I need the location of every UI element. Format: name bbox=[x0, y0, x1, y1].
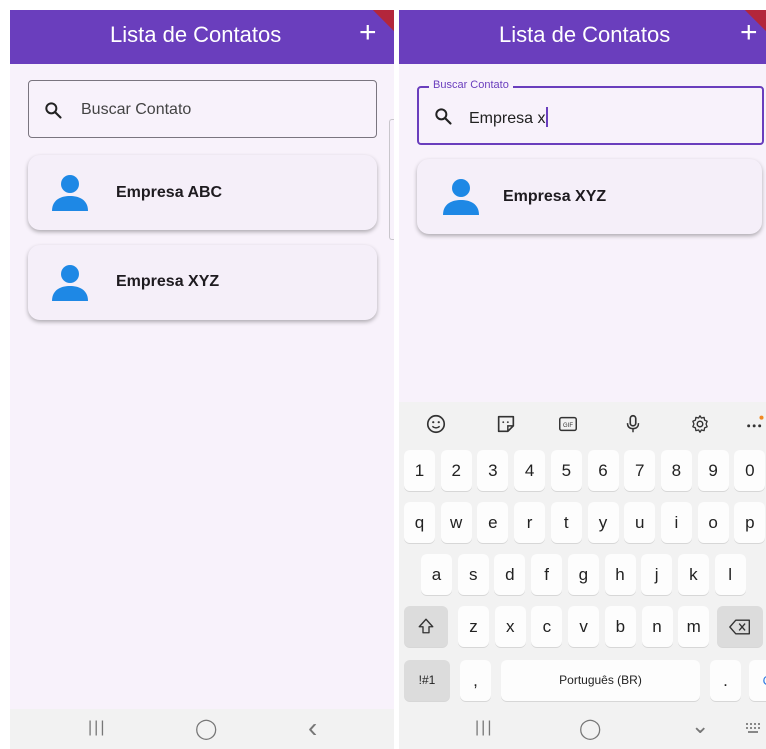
keyboard-switch-icon[interactable] bbox=[746, 723, 762, 735]
key-2[interactable]: 2 bbox=[440, 450, 472, 491]
shift-icon bbox=[418, 618, 434, 634]
settings-icon[interactable] bbox=[689, 413, 711, 435]
key-y[interactable]: y bbox=[587, 502, 619, 543]
key-z[interactable]: z bbox=[458, 606, 489, 647]
home-button[interactable]: ◯ bbox=[579, 716, 601, 741]
key-r[interactable]: r bbox=[514, 502, 546, 543]
key-j[interactable]: j bbox=[641, 554, 673, 595]
key-3[interactable]: 3 bbox=[477, 450, 509, 491]
ok-key[interactable]: OK bbox=[749, 660, 766, 701]
key-n[interactable]: n bbox=[641, 606, 673, 647]
page-title: Lista de Contatos bbox=[499, 22, 671, 47]
search-placeholder: Buscar Contato bbox=[81, 101, 192, 118]
contact-name: Empresa XYZ bbox=[503, 188, 607, 205]
more-icon[interactable] bbox=[745, 413, 766, 435]
key-e[interactable]: e bbox=[477, 502, 509, 543]
comma-key[interactable]: , bbox=[460, 660, 491, 701]
key-b[interactable]: b bbox=[604, 606, 636, 647]
key-k[interactable]: k bbox=[677, 554, 709, 595]
key-t[interactable]: t bbox=[550, 502, 582, 543]
contact-name: Empresa ABC bbox=[116, 184, 223, 201]
contact-card[interactable]: Empresa XYZ bbox=[28, 245, 377, 320]
soft-keyboard: GIF 1234567890 qwertyuiop asdfghjkl zxcvbnm… bbox=[399, 402, 766, 749]
search-value: Empresa x bbox=[469, 110, 546, 127]
recents-button[interactable]: ||| bbox=[475, 719, 493, 737]
key-8[interactable]: 8 bbox=[660, 450, 692, 491]
key-4[interactable]: 4 bbox=[514, 450, 546, 491]
key-1[interactable]: 1 bbox=[404, 450, 435, 491]
key-c[interactable]: c bbox=[531, 606, 563, 647]
key-7[interactable]: 7 bbox=[624, 450, 656, 491]
svg-text:GIF: GIF bbox=[563, 423, 573, 429]
person-icon bbox=[52, 175, 88, 211]
add-contact-button[interactable]: + bbox=[359, 16, 377, 50]
key-u[interactable]: u bbox=[624, 502, 656, 543]
key-l[interactable]: l bbox=[714, 554, 746, 595]
contact-card[interactable]: Empresa ABC bbox=[28, 155, 377, 230]
search-input[interactable]: Buscar Contato bbox=[28, 80, 377, 138]
key-6[interactable]: 6 bbox=[587, 450, 619, 491]
app-bar: Lista de Contatos + bbox=[10, 10, 394, 64]
key-o[interactable]: o bbox=[697, 502, 729, 543]
shift-key[interactable] bbox=[404, 606, 448, 647]
microphone-icon[interactable] bbox=[622, 413, 644, 435]
sticker-icon[interactable] bbox=[495, 413, 517, 435]
search-icon bbox=[435, 108, 452, 125]
person-icon bbox=[443, 179, 479, 215]
search-input[interactable]: Buscar Contato Empresa x bbox=[417, 79, 764, 145]
backspace-key[interactable] bbox=[717, 606, 763, 647]
system-nav-bar: ||| ◯ ‹ bbox=[10, 709, 394, 749]
key-a[interactable]: a bbox=[421, 554, 452, 595]
key-x[interactable]: x bbox=[494, 606, 526, 647]
key-9[interactable]: 9 bbox=[697, 450, 729, 491]
key-s[interactable]: s bbox=[457, 554, 489, 595]
left-screen: Lista de Contatos + Buscar Contato Empre… bbox=[10, 10, 394, 749]
key-h[interactable]: h bbox=[604, 554, 636, 595]
key-w[interactable]: w bbox=[440, 502, 472, 543]
text-cursor bbox=[546, 107, 549, 127]
key-f[interactable]: f bbox=[531, 554, 563, 595]
right-screen: Lista de Contatos + Buscar Contato Empre… bbox=[399, 10, 766, 749]
person-icon bbox=[52, 265, 88, 301]
contact-card[interactable]: Empresa XYZ bbox=[417, 159, 762, 234]
back-button[interactable]: ‹ bbox=[308, 712, 317, 744]
system-nav-bar: ||| ◯ ⌄ bbox=[399, 709, 766, 749]
contact-name: Empresa XYZ bbox=[116, 273, 220, 290]
key-g[interactable]: g bbox=[567, 554, 599, 595]
key-p[interactable]: p bbox=[734, 502, 766, 543]
key-d[interactable]: d bbox=[494, 554, 526, 595]
backspace-icon bbox=[729, 619, 750, 635]
period-key[interactable]: . bbox=[710, 660, 741, 701]
search-icon bbox=[45, 102, 62, 119]
home-button[interactable]: ◯ bbox=[195, 716, 217, 741]
recents-button[interactable]: ||| bbox=[88, 719, 106, 737]
add-contact-button[interactable]: + bbox=[740, 16, 758, 50]
emoji-icon[interactable] bbox=[425, 413, 447, 435]
hide-keyboard-button[interactable]: ⌄ bbox=[691, 713, 709, 739]
key-0[interactable]: 0 bbox=[734, 450, 766, 491]
space-key[interactable]: Português (BR) bbox=[501, 660, 700, 701]
key-m[interactable]: m bbox=[678, 606, 710, 647]
gif-icon[interactable]: GIF bbox=[557, 413, 579, 435]
key-v[interactable]: v bbox=[568, 606, 600, 647]
page-title: Lista de Contatos bbox=[110, 22, 282, 47]
symbols-key[interactable]: !#1 bbox=[404, 660, 450, 701]
key-5[interactable]: 5 bbox=[550, 450, 582, 491]
keyboard-toolbar: GIF bbox=[399, 402, 766, 444]
app-bar: Lista de Contatos + bbox=[399, 10, 766, 64]
key-i[interactable]: i bbox=[660, 502, 692, 543]
key-q[interactable]: q bbox=[404, 502, 435, 543]
search-label: Buscar Contato bbox=[429, 79, 513, 91]
scroll-indicator bbox=[389, 119, 394, 240]
